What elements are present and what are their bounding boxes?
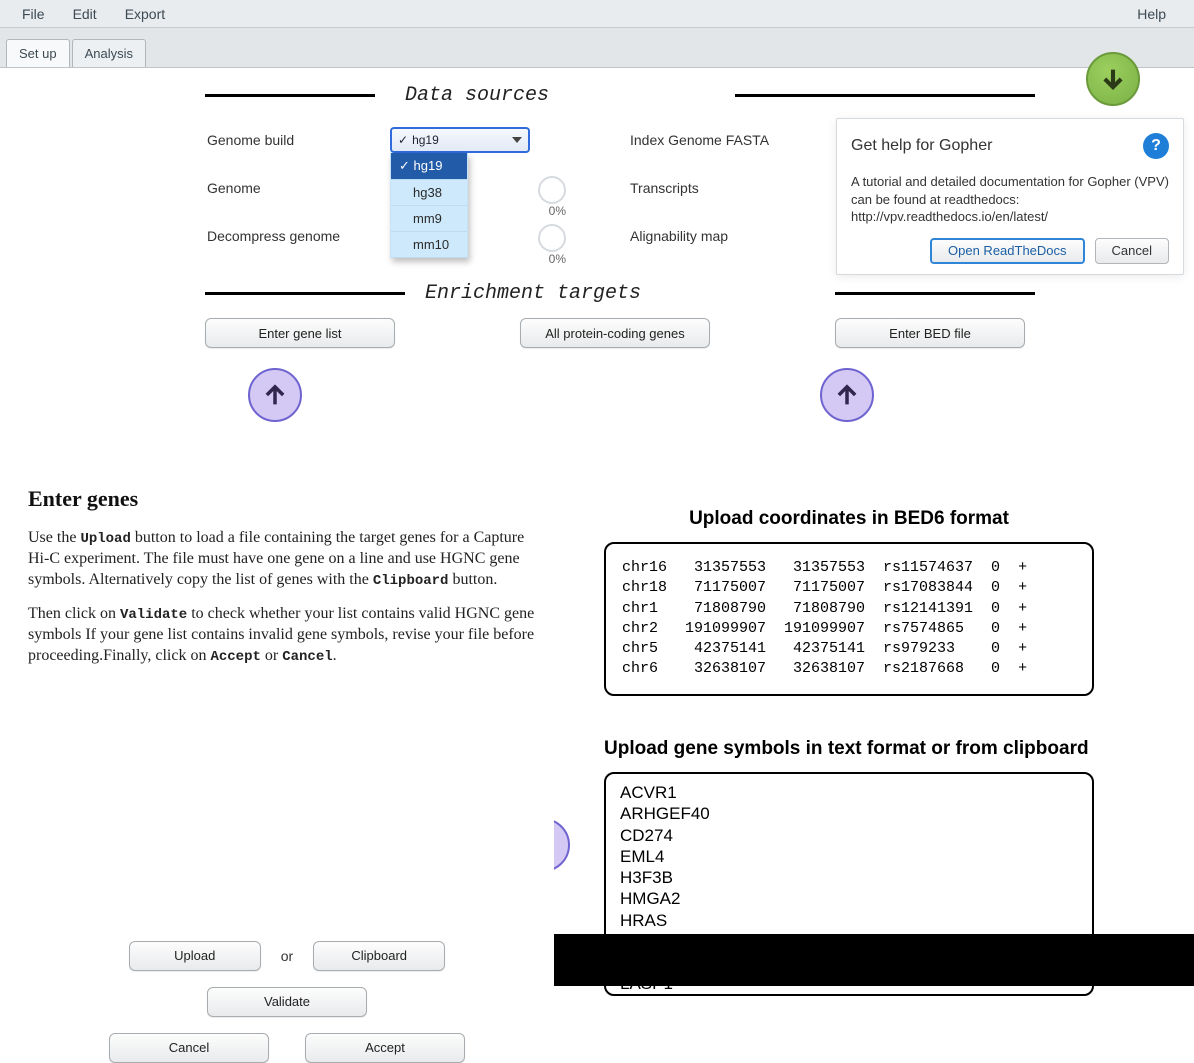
arrow-up-gene-list [248, 368, 302, 422]
gene-title: Upload gene symbols in text format or fr… [604, 738, 1094, 760]
menu-help[interactable]: Help [1123, 2, 1180, 26]
dialog-cancel-button[interactable]: Cancel [109, 1033, 269, 1063]
all-protein-coding-button[interactable]: All protein-coding genes [520, 318, 710, 348]
percent-decompress: 0% [549, 252, 566, 266]
dropdown-opt-mm9[interactable]: mm9 [391, 206, 467, 232]
enter-genes-dialog: Enter genes Use the Upload button to loa… [20, 458, 554, 1028]
dialog-accept-button[interactable]: Accept [305, 1033, 465, 1063]
label-decompress: Decompress genome [195, 228, 390, 244]
menu-export[interactable]: Export [111, 2, 179, 26]
help-question-icon: ? [1143, 133, 1169, 159]
dialog-btnrow-3: Cancel Accept [20, 1033, 554, 1063]
label-index-fasta: Index Genome FASTA [630, 132, 830, 148]
bed-box: chr16 31357553 31357553 rs11574637 0 + c… [604, 542, 1094, 696]
tab-analysis[interactable]: Analysis [72, 39, 146, 67]
bed-section: Upload coordinates in BED6 format chr16 … [604, 508, 1094, 696]
percent-genome: 0% [549, 204, 566, 218]
menu-edit[interactable]: Edit [59, 2, 111, 26]
down-arrow-icon [1086, 52, 1140, 106]
checkmark-icon: ✓ [398, 133, 408, 147]
dialog-paragraph-1: Use the Upload button to load a file con… [20, 528, 554, 604]
enrichment-buttons: Enter gene list All protein-coding genes… [195, 314, 1035, 358]
clipboard-button[interactable]: Clipboard [313, 941, 445, 971]
bed-title: Upload coordinates in BED6 format [604, 508, 1094, 530]
enter-bed-file-button[interactable]: Enter BED file [835, 318, 1025, 348]
enter-gene-list-button[interactable]: Enter gene list [205, 318, 395, 348]
dropdown-opt-hg19[interactable]: ✓ hg19 [391, 153, 467, 180]
dropdown-opt-mm10[interactable]: mm10 [391, 232, 467, 258]
dialog-paragraph-2: Then click on Validate to check whether … [20, 604, 554, 680]
label-genome-build: Genome build [195, 132, 390, 148]
help-popup-body: A tutorial and detailed documentation fo… [851, 173, 1169, 226]
spinner-decompress [538, 224, 566, 252]
tabstrip: Set up Analysis [0, 28, 1194, 68]
dialog-title: Enter genes [28, 486, 554, 512]
chevron-down-icon [512, 137, 522, 143]
menubar: File Edit Export Help [0, 0, 1194, 28]
help-popup-title: Get help for Gopher [851, 137, 992, 155]
genome-build-selected: hg19 [412, 133, 439, 147]
upload-button[interactable]: Upload [129, 941, 261, 971]
section-title-data-sources: Data sources [405, 84, 549, 107]
gene-section: Upload gene symbols in text format or fr… [604, 738, 1094, 996]
menu-file[interactable]: File [8, 2, 59, 26]
help-popup: Get help for Gopher ? A tutorial and det… [836, 118, 1184, 275]
dialog-btnrow-2: Validate [20, 987, 554, 1017]
section-title-enrichment: Enrichment targets [425, 282, 641, 305]
dialog-or-text: or [281, 948, 293, 964]
validate-button[interactable]: Validate [207, 987, 367, 1017]
help-cancel-button[interactable]: Cancel [1095, 238, 1169, 264]
label-align-map: Alignability map [630, 228, 830, 244]
data-sources-heading: Data sources [195, 84, 1035, 106]
dropdown-opt-hg38[interactable]: hg38 [391, 180, 467, 206]
dialog-btnrow-1: Upload or Clipboard [20, 941, 554, 971]
label-genome: Genome [195, 180, 390, 196]
enrichment-heading: Enrichment targets [195, 282, 1035, 304]
label-transcripts: Transcripts [630, 180, 830, 196]
spinner-genome [538, 176, 566, 204]
gene-box: ACVR1 ARHGEF40 CD274 EML4 H3F3B HMGA2 HR… [604, 772, 1094, 996]
genome-build-dropdown: ✓ hg19 hg38 mm9 mm10 [390, 153, 468, 258]
genome-build-select[interactable]: ✓ hg19 ✓ hg19 hg38 mm9 mm10 [390, 127, 530, 153]
tab-setup[interactable]: Set up [6, 39, 70, 67]
open-readthedocs-button[interactable]: Open ReadTheDocs [930, 238, 1085, 264]
arrow-up-bed-file [820, 368, 874, 422]
